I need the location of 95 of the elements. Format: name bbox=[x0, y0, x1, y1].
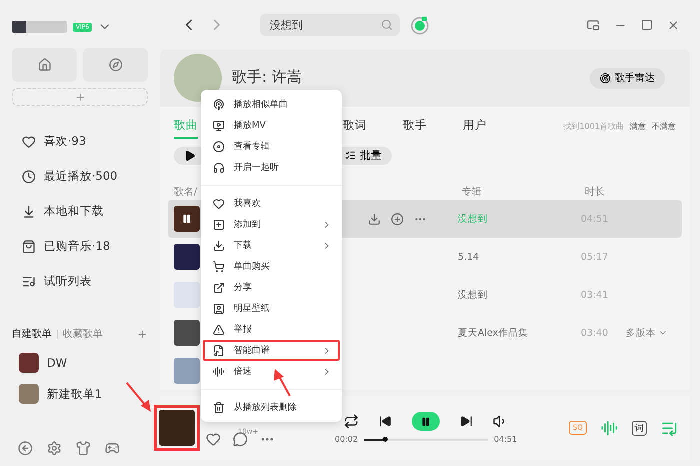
tab[interactable]: 歌手 bbox=[403, 114, 427, 140]
clock-icon bbox=[22, 170, 36, 184]
column-header: 专辑 bbox=[462, 186, 483, 199]
music-sheet-icon bbox=[213, 344, 225, 356]
pause-button[interactable] bbox=[412, 412, 440, 431]
artist-name: 歌手: 许嵩 bbox=[232, 68, 302, 87]
play-icon bbox=[184, 150, 196, 162]
menu-item[interactable]: 分享 bbox=[203, 277, 340, 298]
nav-item[interactable]: 喜欢·93 bbox=[12, 130, 148, 153]
menu-item[interactable]: 下载 bbox=[203, 235, 340, 256]
back-icon[interactable] bbox=[18, 441, 33, 456]
disc-icon bbox=[213, 140, 225, 152]
shirt-icon[interactable] bbox=[76, 441, 91, 456]
nav-item[interactable]: 最近播放·500 bbox=[12, 165, 148, 188]
download-icon bbox=[213, 240, 225, 252]
cover-highlight-frame[interactable] bbox=[154, 405, 200, 451]
add-icon[interactable] bbox=[391, 212, 404, 226]
heart-icon[interactable] bbox=[206, 432, 221, 446]
search-text: 没想到 bbox=[270, 18, 303, 32]
feedback-link[interactable]: 满意 bbox=[630, 121, 646, 132]
music-list-icon bbox=[22, 274, 36, 288]
duration: 03:41 bbox=[581, 290, 610, 300]
annotation-arrow bbox=[124, 380, 154, 414]
blurred-username bbox=[12, 21, 67, 33]
lyrics-button[interactable]: 词 bbox=[632, 420, 647, 436]
menu-item[interactable]: 从播放列表删除 bbox=[203, 397, 340, 418]
maximize-icon[interactable] bbox=[641, 18, 653, 30]
cover-placeholder bbox=[174, 358, 200, 384]
gamepad-icon[interactable] bbox=[105, 441, 120, 456]
close-icon[interactable] bbox=[667, 18, 680, 32]
menu-item[interactable]: 智能曲谱 bbox=[203, 340, 340, 361]
playlist-item[interactable]: 新建歌单1 bbox=[12, 384, 148, 404]
cover-placeholder bbox=[174, 282, 200, 308]
tab[interactable]: 用户 bbox=[463, 114, 487, 140]
menu-item[interactable]: 添加到 bbox=[203, 214, 340, 235]
headphones-icon bbox=[213, 162, 225, 174]
bag-icon bbox=[22, 240, 36, 254]
heart-icon bbox=[22, 134, 36, 148]
feedback-link[interactable]: 不满意 bbox=[652, 121, 676, 132]
duration: 03:40 bbox=[581, 328, 610, 338]
menu-item[interactable]: 倍速 bbox=[203, 361, 340, 382]
video-icon bbox=[213, 120, 225, 132]
column-header: 歌名/ bbox=[174, 186, 198, 199]
search-field[interactable]: 没想到 bbox=[260, 14, 400, 36]
compass-button[interactable] bbox=[83, 48, 148, 82]
duration: 05:17 bbox=[581, 252, 610, 262]
pause-icon bbox=[421, 416, 432, 426]
result-count: 找到1001首歌曲 bbox=[564, 121, 624, 132]
trash-icon bbox=[213, 402, 225, 414]
menu-item[interactable]: 播放相似单曲 bbox=[203, 94, 340, 115]
cart-icon bbox=[213, 260, 225, 272]
menu-item[interactable]: 播放MV bbox=[203, 115, 340, 136]
add-icon bbox=[213, 218, 225, 230]
nav-item[interactable]: 试听列表 bbox=[12, 270, 148, 293]
home-icon bbox=[38, 58, 52, 72]
cover-placeholder bbox=[174, 244, 200, 270]
column-header: 时长 bbox=[585, 186, 606, 199]
progress-knob[interactable] bbox=[383, 437, 388, 442]
tab[interactable]: 歌词 bbox=[343, 114, 367, 140]
download-icon[interactable] bbox=[368, 212, 381, 226]
playlist-item[interactable]: DW bbox=[12, 353, 148, 373]
add-icon[interactable] bbox=[137, 328, 148, 340]
share-icon bbox=[213, 282, 225, 294]
next-icon[interactable] bbox=[460, 415, 474, 428]
album-name[interactable]: 没想到 bbox=[458, 288, 581, 302]
compass-icon bbox=[108, 58, 122, 72]
waveform-icon bbox=[213, 366, 225, 378]
nav-item[interactable]: 已购音乐·18 bbox=[12, 235, 148, 258]
menu-item[interactable]: 我喜欢 bbox=[203, 193, 340, 214]
plus-icon bbox=[74, 92, 86, 102]
nav-item[interactable]: 本地和下载 bbox=[12, 200, 148, 223]
avatar-placeholder bbox=[174, 54, 222, 102]
elapsed-time: 00:02 bbox=[335, 435, 358, 444]
album-name[interactable]: 夏天Alex作品集 bbox=[458, 326, 581, 340]
portrait-icon bbox=[213, 302, 225, 314]
settings-icon[interactable] bbox=[47, 441, 62, 456]
playlist-tab[interactable]: 自建歌单 bbox=[12, 327, 52, 341]
cover-placeholder bbox=[174, 320, 200, 346]
album-name[interactable]: 5.14 bbox=[458, 252, 581, 262]
menu-item[interactable]: 举报 bbox=[203, 319, 340, 340]
heart-icon bbox=[213, 198, 225, 210]
download-icon bbox=[22, 204, 36, 218]
music-disc-icon bbox=[410, 15, 430, 35]
warning-icon bbox=[213, 324, 225, 336]
repeat-icon[interactable] bbox=[344, 414, 360, 429]
total-time: 04:51 bbox=[494, 435, 518, 444]
checklist-icon bbox=[345, 150, 356, 162]
pause-icon bbox=[182, 214, 192, 224]
menu-item[interactable]: 单曲购买 bbox=[203, 256, 340, 277]
artist-radar-button[interactable]: 歌手雷达 bbox=[590, 68, 665, 89]
menu-item[interactable]: 明星壁纸 bbox=[203, 298, 340, 319]
broadcast-icon bbox=[213, 98, 225, 110]
radar-icon bbox=[600, 72, 611, 84]
mini-mode-icon[interactable] bbox=[587, 18, 600, 32]
previous-icon[interactable] bbox=[379, 415, 392, 428]
